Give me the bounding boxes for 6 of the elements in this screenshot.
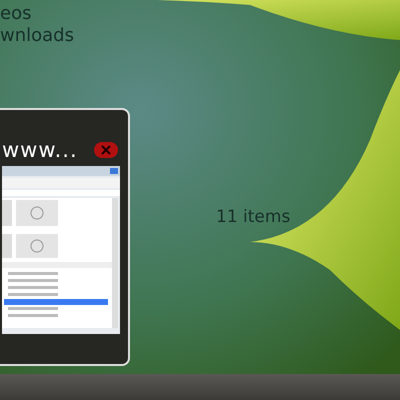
desktop-icon-label: wnloads [0, 26, 74, 46]
desktop-icon-label: eos [0, 4, 32, 24]
window-title: www... [2, 138, 78, 162]
item-count: 11 items [216, 207, 290, 227]
close-icon [100, 145, 112, 155]
close-button[interactable] [94, 142, 118, 158]
